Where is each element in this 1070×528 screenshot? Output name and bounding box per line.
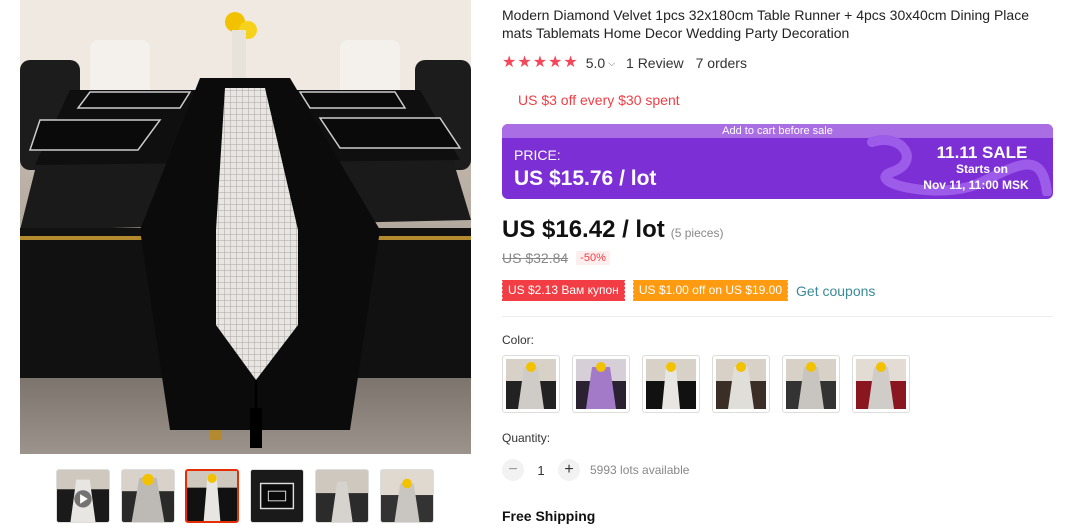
table-runner-photo <box>20 0 471 454</box>
current-price: US $16.42 / lot <box>502 216 665 243</box>
thumbnail-2[interactable] <box>121 469 175 523</box>
star-icon: ★ <box>548 54 563 71</box>
thumbnail-5[interactable] <box>315 469 369 523</box>
product-title: Modern Diamond Velvet 1pcs 32x180cm Tabl… <box>502 7 1029 41</box>
swatch-image <box>506 359 556 409</box>
star-icon: ★ <box>517 54 532 71</box>
get-coupons-link[interactable]: Get coupons <box>796 283 875 299</box>
sale-start-date: Nov 11, 11:00 MSK <box>923 178 1029 192</box>
swatch-image <box>716 359 766 409</box>
orders-count: 7 orders <box>695 55 747 71</box>
swatch-image <box>856 359 906 409</box>
main-product-image[interactable] <box>20 0 471 454</box>
swatch-image <box>786 359 836 409</box>
thumbnail-image <box>251 470 303 522</box>
color-swatches <box>502 355 922 413</box>
star-icon: ★ <box>502 54 517 71</box>
thumbnail-4[interactable] <box>250 469 304 523</box>
color-swatch-2[interactable] <box>572 355 630 413</box>
color-swatch-6[interactable] <box>852 355 910 413</box>
rating-stars: ★ ★ ★ ★ ★ <box>502 55 578 71</box>
coupon-orange[interactable]: US $1.00 off on US $19.00 <box>631 280 789 301</box>
color-swatch-1[interactable] <box>502 355 560 413</box>
sale-title: 11.11 SALE <box>936 143 1028 162</box>
divider <box>502 316 1053 317</box>
sale-promo-banner: Add to cart before sale PRICE: US $15.76… <box>502 124 1053 199</box>
quantity-input[interactable]: 1 <box>524 463 558 478</box>
star-icon: ★ <box>563 54 578 71</box>
color-swatch-5[interactable] <box>782 355 840 413</box>
discount-badge: -50% <box>576 251 610 265</box>
thumbnail-strip <box>56 469 436 523</box>
rating-row: ★ ★ ★ ★ ★ 5.0 ⌵ 1 Review 7 orders <box>502 54 747 72</box>
color-label: Color: <box>502 333 535 347</box>
original-price: US $32.84 <box>502 250 569 266</box>
lot-pieces: (5 pieces) <box>670 226 724 240</box>
thumbnail-image <box>316 470 368 522</box>
rating-value[interactable]: 5.0 <box>586 55 605 71</box>
coupon-red[interactable]: US $2.13 Вам купон <box>501 280 625 301</box>
quantity-minus-button[interactable]: − <box>502 459 524 481</box>
thumbnail-image <box>57 470 109 522</box>
color-swatch-4[interactable] <box>712 355 770 413</box>
thumbnail-3-selected[interactable] <box>185 469 239 523</box>
color-swatch-3[interactable] <box>642 355 700 413</box>
thumbnail-image <box>122 470 174 522</box>
thumbnail-6[interactable] <box>380 469 434 523</box>
reviews-link[interactable]: 1 Review <box>626 55 684 71</box>
thumbnail-video[interactable] <box>56 469 110 523</box>
quantity-label: Quantity: <box>502 431 551 445</box>
quantity-plus-button[interactable]: + <box>558 459 580 481</box>
promo-price: US $15.76 / lot <box>514 167 657 190</box>
thumbnail-image <box>381 470 433 522</box>
coupon-row: US $2.13 Вам купон US $1.00 off on US $1… <box>501 280 875 301</box>
quantity-stepper: − 1 + 5993 lots available <box>502 459 689 481</box>
price-row: US $16.42 / lot (5 pieces) <box>502 216 723 244</box>
star-icon: ★ <box>532 54 548 71</box>
promo-price-label: PRICE: <box>514 147 561 163</box>
chevron-down-icon[interactable]: ⌵ <box>608 58 615 69</box>
shipping-label: Free Shipping <box>502 508 596 524</box>
original-price-row: US $32.84 -50% <box>502 250 610 266</box>
quantity-available: 5993 lots available <box>590 463 690 477</box>
sale-starts-label: Starts on <box>955 162 1008 176</box>
swatch-image <box>576 359 626 409</box>
thumbnail-image <box>187 471 237 521</box>
store-discount[interactable]: US $3 off every $30 spent <box>518 92 680 108</box>
swatch-image <box>646 359 696 409</box>
